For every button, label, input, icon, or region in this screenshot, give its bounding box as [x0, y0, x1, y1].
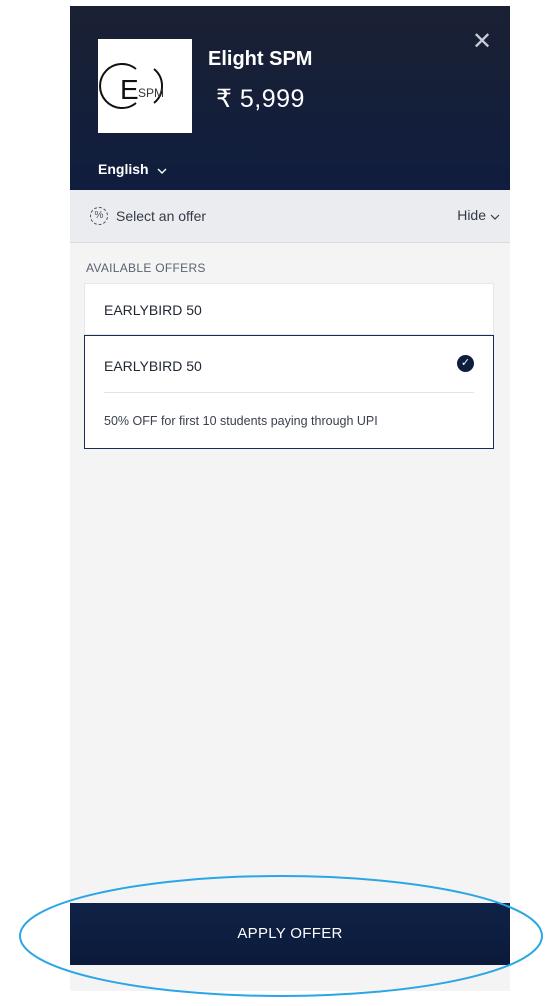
offer-code: EARLYBIRD 50 [104, 302, 202, 318]
select-offer-label: Select an offer [116, 208, 207, 224]
svg-text:E: E [120, 74, 139, 105]
hide-label: Hide [457, 207, 486, 223]
header: E SPM Elight SPM ₹ 5,999 ✕ English [70, 6, 510, 190]
close-icon[interactable]: ✕ [466, 26, 498, 58]
offer-code: EARLYBIRD 50 [104, 358, 202, 374]
offer-description: 50% OFF for first 10 students paying thr… [104, 414, 378, 428]
chevron-down-icon [490, 207, 500, 223]
course-logo: E SPM [98, 39, 192, 133]
apply-offer-button[interactable]: APPLY OFFER [70, 903, 510, 965]
available-offers-heading: AVAILABLE OFFERS [86, 261, 206, 275]
espm-logo: E SPM [99, 63, 164, 109]
language-label: English [98, 161, 149, 177]
hide-toggle[interactable]: Hide [457, 207, 500, 223]
language-selector[interactable]: English [98, 161, 167, 177]
divider [104, 392, 474, 393]
offer-panel: E SPM Elight SPM ₹ 5,999 ✕ English % Sel… [70, 6, 510, 991]
offer-item-selected[interactable]: EARLYBIRD 50 ✓ 50% OFF for first 10 stud… [84, 335, 494, 449]
percent-badge-icon: % [90, 207, 108, 225]
check-circle-icon: ✓ [457, 355, 474, 372]
offer-bar: % Select an offer Hide [70, 190, 510, 243]
svg-text:SPM: SPM [138, 86, 164, 100]
course-price: ₹ 5,999 [216, 85, 305, 113]
chevron-down-icon [157, 161, 167, 177]
course-title: Elight SPM [208, 48, 313, 70]
select-offer[interactable]: % Select an offer [90, 207, 206, 225]
offer-item[interactable]: EARLYBIRD 50 [84, 283, 494, 335]
